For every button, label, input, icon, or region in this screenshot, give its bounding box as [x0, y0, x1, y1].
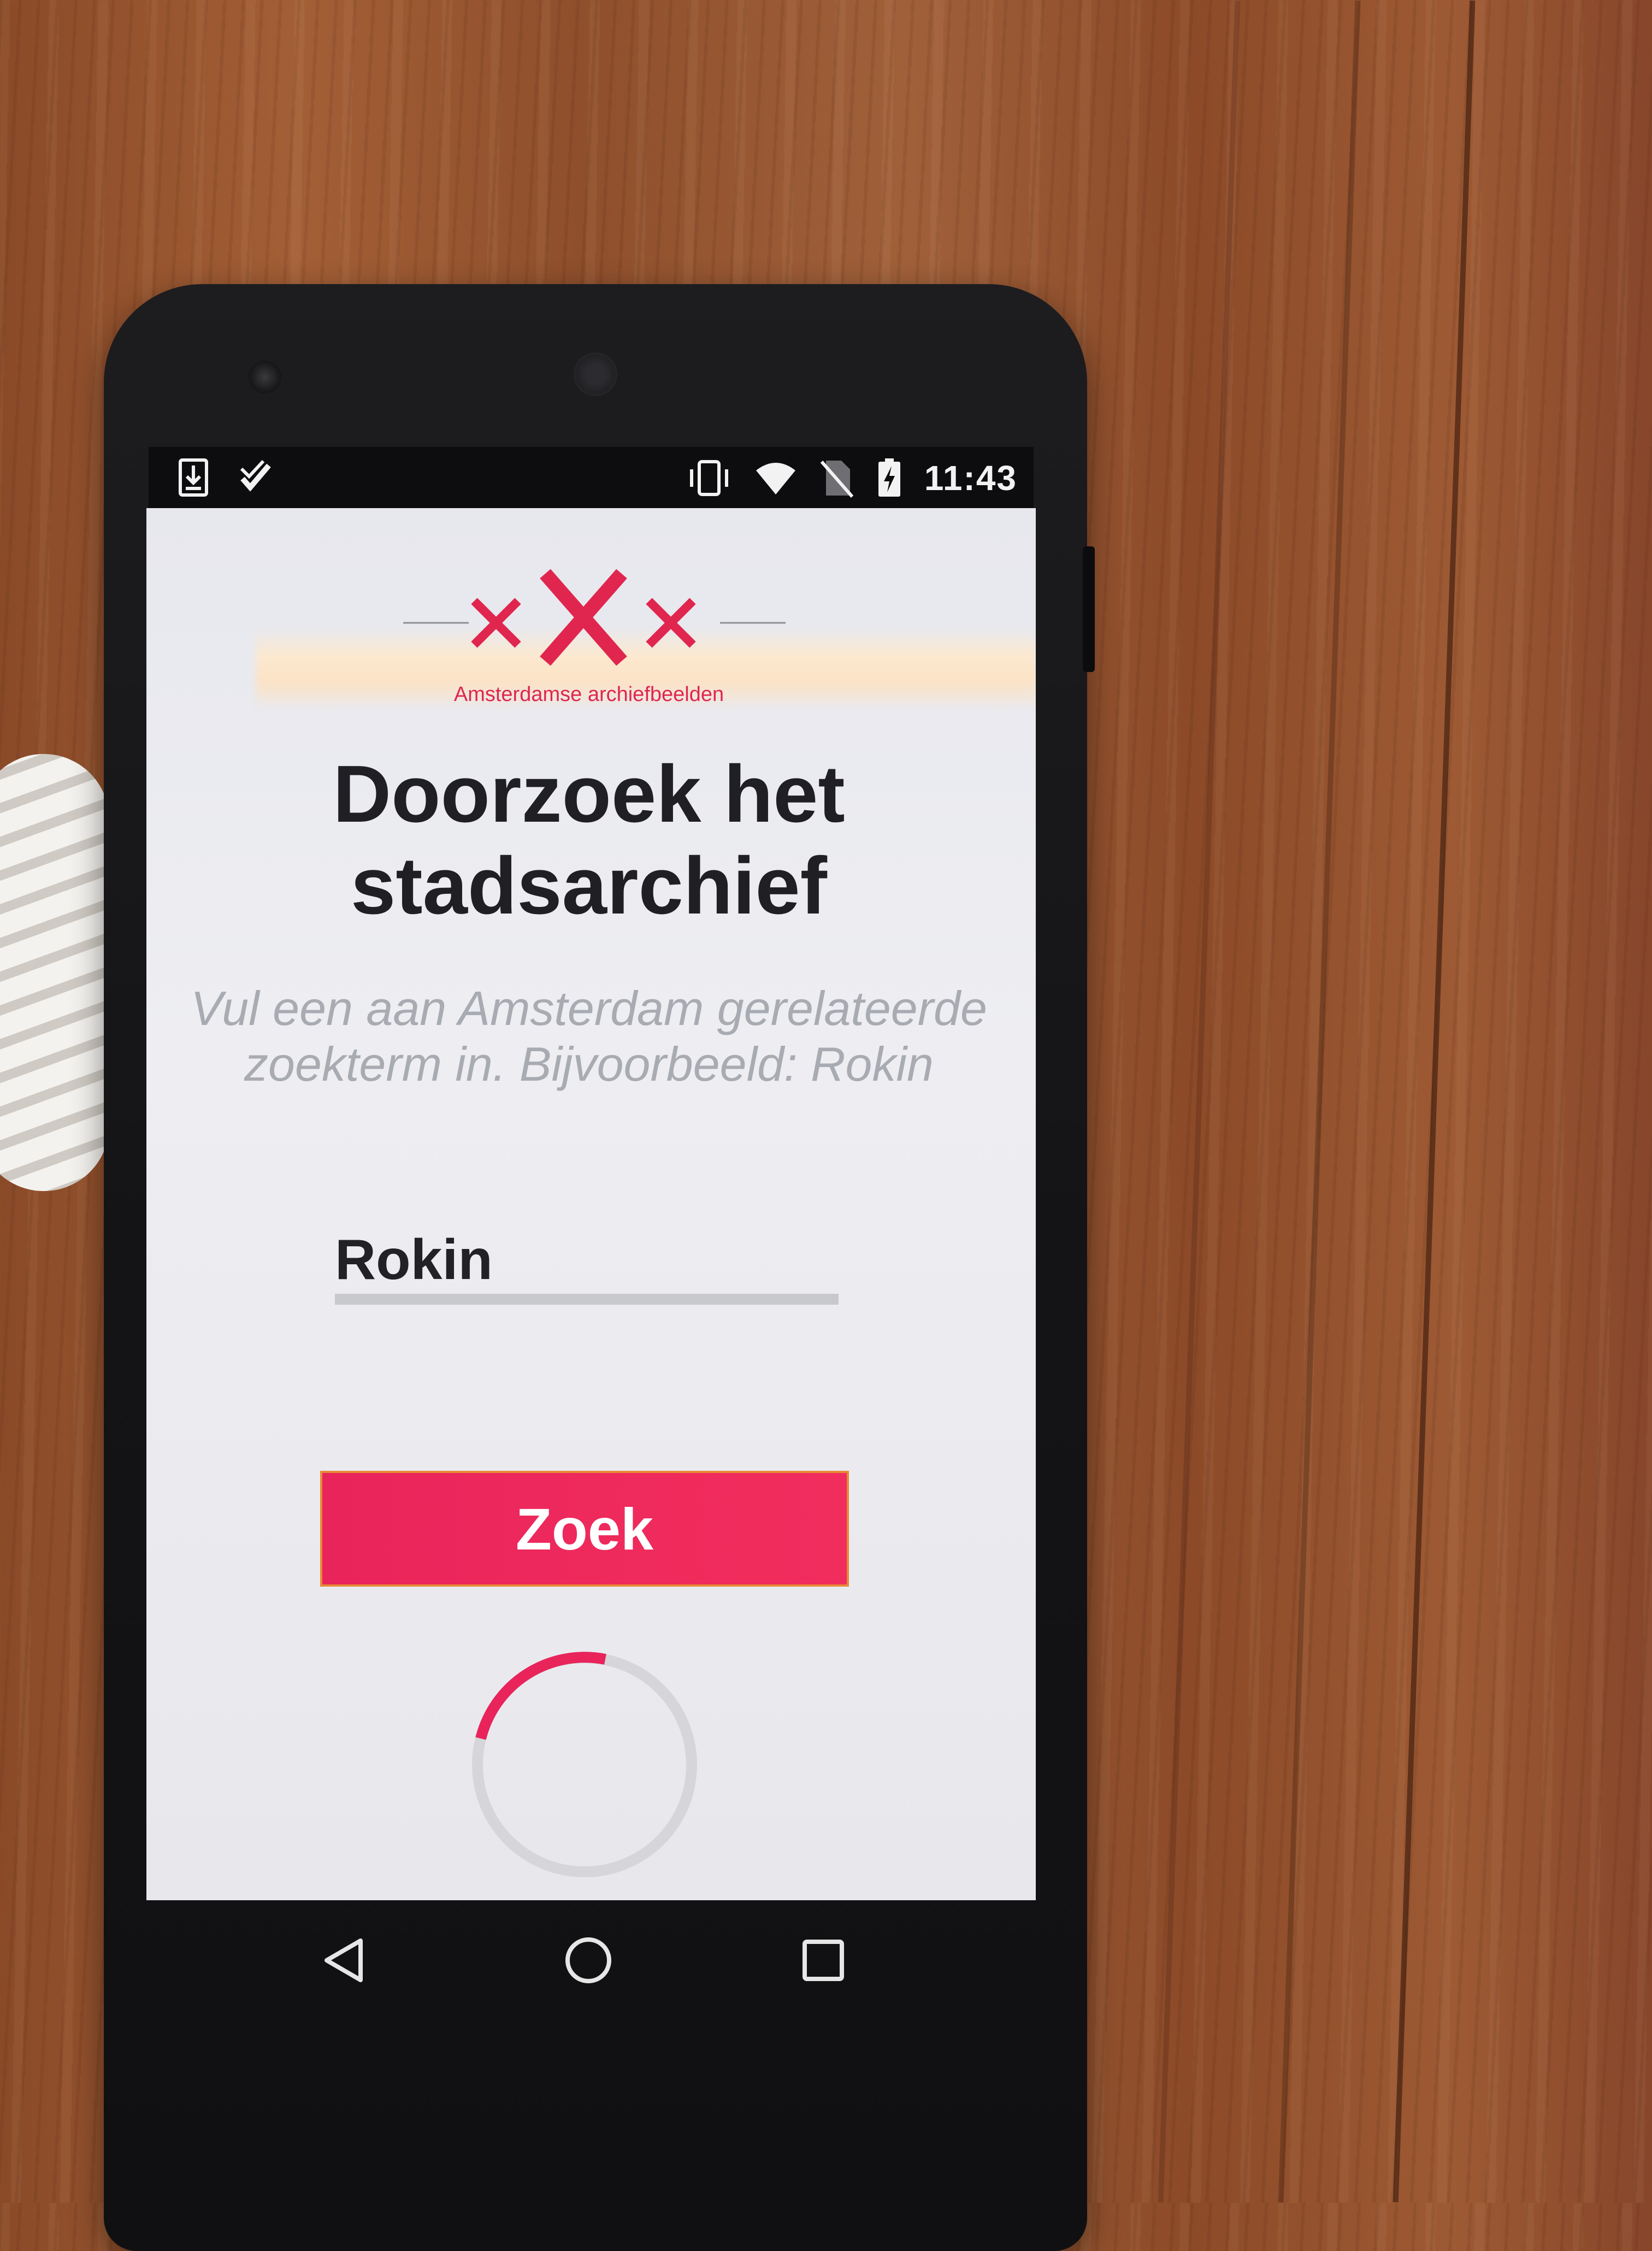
home-icon[interactable]	[561, 1933, 616, 1988]
logo-caption: Amsterdamse archiefbeelden	[453, 683, 724, 706]
search-instructions: Vul een aan Amsterdam gerelateerde zoekt…	[174, 981, 1004, 1092]
download-icon	[176, 458, 211, 497]
search-instructions-line1: Vul een aan Amsterdam gerelateerde	[191, 981, 987, 1035]
wood-grain	[1158, 1, 1241, 2202]
wood-grain	[1278, 1, 1361, 2202]
page-title: Doorzoek het stadsarchief	[146, 749, 1031, 932]
search-field[interactable]	[335, 1235, 839, 1305]
security-cable	[0, 754, 109, 1191]
vibrate-icon	[686, 458, 732, 498]
task-check-icon	[238, 458, 273, 497]
search-input[interactable]	[335, 1235, 837, 1285]
power-button	[1083, 546, 1095, 672]
back-icon[interactable]	[318, 1933, 373, 1988]
progress-spinner	[472, 1652, 697, 1877]
status-bar: 11:43	[149, 447, 1034, 508]
app-screen: Amsterdamse archiefbeelden Doorzoek het …	[146, 508, 1036, 1900]
navigation-bar	[149, 1900, 1034, 2010]
wood-grain	[1393, 1, 1476, 2202]
front-camera	[249, 361, 281, 393]
no-sim-icon	[819, 458, 854, 498]
recents-icon[interactable]	[796, 1933, 851, 1988]
earpiece-speaker	[574, 352, 617, 396]
status-clock: 11:43	[924, 458, 1017, 498]
page-title-line2: stadsarchief	[351, 841, 827, 931]
page-title-line1: Doorzoek het	[333, 749, 845, 839]
status-left-icons	[176, 458, 273, 497]
three-crosses-icon	[403, 569, 786, 666]
search-underline	[335, 1294, 839, 1305]
search-button[interactable]: Zoek	[320, 1471, 849, 1587]
status-right-icons: 11:43	[686, 458, 1017, 498]
search-instructions-line2: zoekterm in. Bijvoorbeeld: Rokin	[244, 1037, 934, 1091]
wifi-icon	[754, 458, 798, 498]
battery-charging-icon	[876, 458, 902, 498]
